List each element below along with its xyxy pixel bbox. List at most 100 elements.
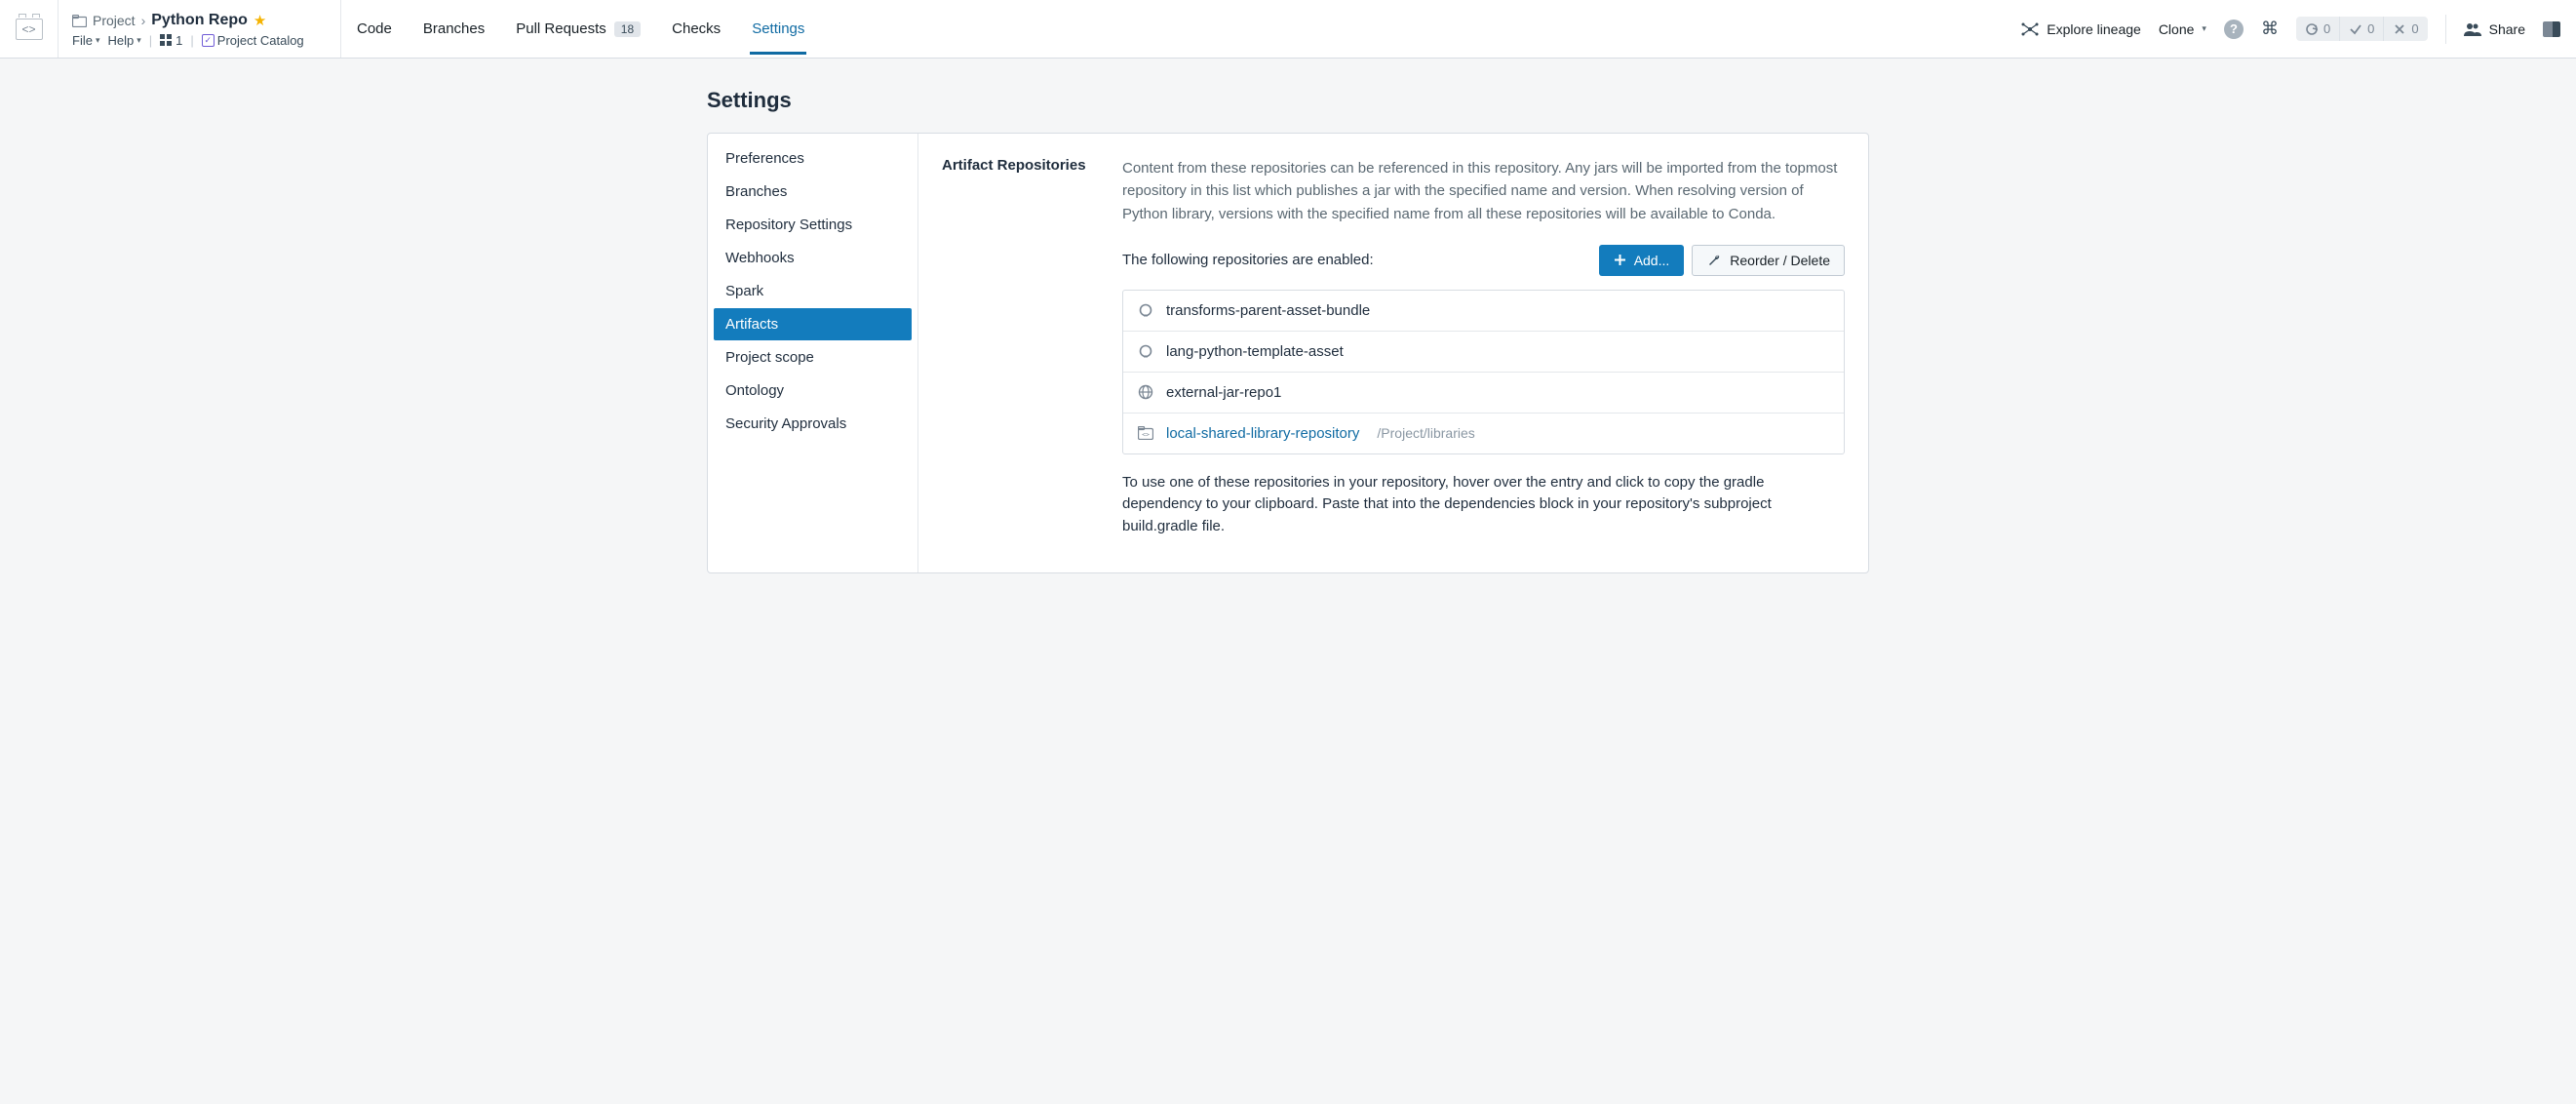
sidebar-item-project-scope[interactable]: Project scope — [714, 341, 912, 374]
caret-down-icon: ▾ — [96, 35, 100, 46]
share-label: Share — [2489, 21, 2525, 37]
breadcrumb-parent[interactable]: Project — [93, 13, 136, 28]
breadcrumb-repo-name[interactable]: Python Repo — [151, 12, 248, 29]
branch-count-value: 1 — [176, 33, 182, 48]
breadcrumb-section: Project › Python Repo ★ File ▾ Help ▾ | … — [59, 0, 341, 58]
section-heading: Artifact Repositories — [942, 157, 1103, 537]
tab-branches[interactable]: Branches — [421, 3, 487, 55]
x-icon — [2393, 22, 2406, 36]
app-icon-area: <> — [0, 0, 59, 58]
page-title: Settings — [707, 88, 1869, 113]
sidebar-item-artifacts[interactable]: Artifacts — [714, 308, 912, 340]
sidebar-item-ontology[interactable]: Ontology — [714, 375, 912, 407]
status-fail-count: 0 — [2411, 21, 2418, 36]
repo-row[interactable]: lang-python-template-asset — [1123, 332, 1844, 373]
branch-count[interactable]: 1 — [160, 33, 182, 48]
project-catalog[interactable]: ✓ Project Catalog — [202, 33, 304, 48]
sidebar-item-repository-settings[interactable]: Repository Settings — [714, 209, 912, 241]
repo-list: transforms-parent-asset-bundle lang-pytho… — [1122, 290, 1845, 454]
panel-toggle-icon[interactable] — [2543, 21, 2560, 37]
file-menu-label: File — [72, 33, 93, 48]
help-menu-label: Help — [107, 33, 134, 48]
explore-lineage-button[interactable]: Explore lineage — [2021, 21, 2141, 37]
top-bar: <> Project › Python Repo ★ File ▾ Help ▾… — [0, 0, 2576, 59]
repo-name: transforms-parent-asset-bundle — [1166, 302, 1370, 319]
tab-checks[interactable]: Checks — [670, 3, 722, 55]
add-button-label: Add... — [1634, 253, 1670, 268]
status-pass[interactable]: 0 — [2340, 17, 2384, 41]
status-sync-count: 0 — [2323, 21, 2330, 36]
bundle-icon — [1137, 343, 1154, 359]
repo-row[interactable]: transforms-parent-asset-bundle — [1123, 291, 1844, 332]
repo-name: external-jar-repo1 — [1166, 384, 1281, 401]
plus-icon — [1614, 254, 1626, 266]
tab-pull-requests[interactable]: Pull Requests 18 — [514, 3, 643, 55]
caret-down-icon: ▾ — [137, 35, 141, 46]
catalog-icon: ✓ — [202, 34, 215, 47]
help-icon[interactable]: ? — [2224, 20, 2244, 39]
settings-card: PreferencesBranchesRepository SettingsWe… — [707, 133, 1869, 573]
repo-path: /Project/libraries — [1377, 425, 1474, 441]
grid-icon — [160, 34, 173, 47]
people-icon — [2464, 22, 2481, 36]
repo-name: local-shared-library-repository — [1166, 425, 1359, 442]
tabs: Code Branches Pull Requests 18 Checks Se… — [341, 0, 820, 58]
settings-content: Artifact Repositories Content from these… — [918, 134, 1868, 572]
explore-lineage-label: Explore lineage — [2047, 21, 2141, 37]
tab-pull-requests-label: Pull Requests — [516, 20, 606, 37]
reorder-button-label: Reorder / Delete — [1730, 253, 1830, 268]
button-row: Add... Reorder / Delete — [1599, 245, 1845, 276]
reorder-delete-button[interactable]: Reorder / Delete — [1692, 245, 1845, 276]
repo-row[interactable]: external-jar-repo1 — [1123, 373, 1844, 414]
breadcrumb: Project › Python Repo ★ — [72, 12, 327, 29]
tab-code[interactable]: Code — [355, 3, 394, 55]
help-menu[interactable]: Help ▾ — [107, 33, 140, 48]
clone-button[interactable]: Clone ▾ — [2159, 21, 2206, 37]
sync-icon — [2305, 22, 2319, 36]
repo-row[interactable]: <> local-shared-library-repository/Projec… — [1123, 414, 1844, 453]
sidebar-item-webhooks[interactable]: Webhooks — [714, 242, 912, 274]
svg-text:<>: <> — [1142, 431, 1150, 439]
action-row: The following repositories are enabled: … — [1122, 245, 1845, 276]
right-toolbar: Explore lineage Clone ▾ ? ⌘ 0 0 — [2021, 0, 2576, 58]
status-sync[interactable]: 0 — [2296, 17, 2340, 41]
tab-settings[interactable]: Settings — [750, 3, 806, 55]
settings-side-nav: PreferencesBranchesRepository SettingsWe… — [708, 134, 918, 572]
sidebar-item-security-approvals[interactable]: Security Approvals — [714, 408, 912, 440]
separator: | — [149, 33, 152, 48]
section-body: Content from these repositories can be r… — [1122, 157, 1845, 537]
project-catalog-label: Project Catalog — [217, 33, 304, 48]
section-description: Content from these repositories can be r… — [1122, 157, 1845, 225]
caret-down-icon: ▾ — [2202, 23, 2206, 34]
keyboard-shortcuts-icon[interactable]: ⌘ — [2261, 19, 2279, 39]
file-menu[interactable]: File ▾ — [72, 33, 99, 48]
sidebar-item-preferences[interactable]: Preferences — [714, 142, 912, 175]
repo-name: lang-python-template-asset — [1166, 343, 1344, 360]
star-icon[interactable]: ★ — [254, 12, 266, 29]
page-body: Settings PreferencesBranchesRepository S… — [683, 59, 1893, 603]
pr-count-badge: 18 — [614, 21, 641, 37]
status-group: 0 0 0 — [2296, 17, 2428, 41]
separator: | — [190, 33, 193, 48]
spacer — [820, 0, 2021, 58]
bundle-icon — [1137, 302, 1154, 318]
sidebar-item-spark[interactable]: Spark — [714, 275, 912, 307]
sidebar-item-branches[interactable]: Branches — [714, 176, 912, 208]
code-icon: <> — [16, 19, 43, 40]
enabled-repos-text: The following repositories are enabled: — [1122, 252, 1374, 268]
code-folder-icon: <> — [1137, 426, 1154, 440]
chevron-right-icon: › — [141, 13, 146, 28]
section-footer: To use one of these repositories in your… — [1122, 472, 1845, 538]
divider — [2445, 15, 2446, 44]
clone-label: Clone — [2159, 21, 2195, 37]
status-pass-count: 0 — [2367, 21, 2374, 36]
lineage-icon — [2021, 21, 2039, 37]
menu-row: File ▾ Help ▾ | 1 | ✓ Project Catalog — [72, 33, 327, 48]
check-icon — [2349, 22, 2362, 36]
wrench-icon — [1706, 253, 1722, 268]
add-button[interactable]: Add... — [1599, 245, 1685, 276]
share-button[interactable]: Share — [2464, 21, 2525, 37]
status-fail[interactable]: 0 — [2384, 17, 2427, 41]
folder-icon — [72, 15, 87, 27]
globe-icon — [1137, 384, 1154, 400]
